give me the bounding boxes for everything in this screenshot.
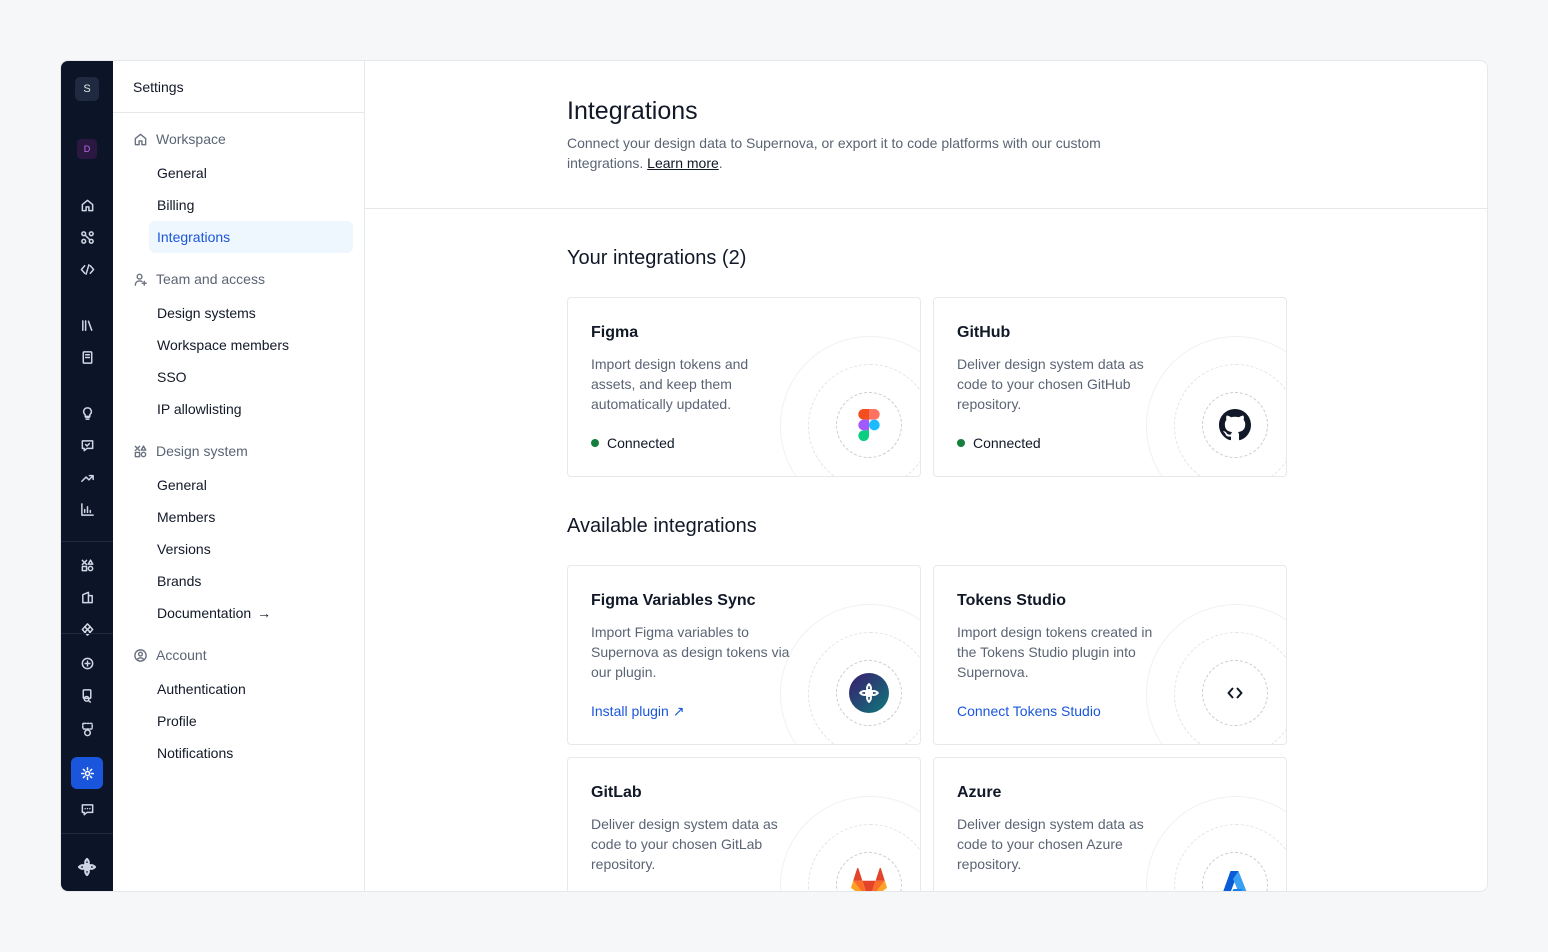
- status-badge: Connected: [957, 435, 1041, 451]
- settings-sidebar: Settings Workspace General Billing Integ…: [113, 61, 365, 891]
- status-text: Connected: [607, 435, 675, 451]
- nav-group-workspace: Workspace: [133, 131, 226, 147]
- sidebar-item-integrations[interactable]: Integrations: [149, 221, 353, 253]
- nav-group-design-system: Design system: [133, 443, 248, 459]
- integration-card-figma[interactable]: Figma Import design tokens and assets, a…: [567, 297, 921, 477]
- connect-tokens-studio-link[interactable]: Connect Tokens Studio: [957, 703, 1101, 719]
- code-icon[interactable]: [71, 253, 103, 285]
- integration-card-github[interactable]: GitHub Deliver design system data as cod…: [933, 297, 1287, 477]
- sidebar-item-profile[interactable]: Profile: [149, 705, 353, 737]
- sidebar-item-members[interactable]: Members: [149, 501, 353, 533]
- rail-divider: [61, 833, 113, 834]
- workspace-switcher[interactable]: S: [75, 77, 99, 101]
- feedback-icon[interactable]: [71, 429, 103, 461]
- learn-more-link[interactable]: Learn more: [647, 155, 719, 171]
- page-header: Integrations Connect your design data to…: [365, 61, 1487, 209]
- sidebar-item-sso[interactable]: SSO: [149, 361, 353, 393]
- chat-icon[interactable]: [71, 793, 103, 825]
- sidebar-item-authentication[interactable]: Authentication: [149, 673, 353, 705]
- arrow-right-icon: →: [257, 605, 272, 621]
- plugin-badge: [849, 673, 889, 713]
- sidebar-item-brands[interactable]: Brands: [149, 565, 353, 597]
- sidebar-item-billing[interactable]: Billing: [149, 189, 353, 221]
- card-title: GitHub: [957, 324, 1011, 341]
- card-title: GitLab: [591, 784, 642, 801]
- install-plugin-link[interactable]: Install plugin ↗: [591, 703, 684, 720]
- status-dot: [591, 439, 599, 447]
- status-dot: [957, 439, 965, 447]
- card-description: Deliver design system data as code to yo…: [591, 816, 778, 872]
- card-description: Import design tokens and assets, and kee…: [591, 356, 749, 412]
- icon-rail: S D: [61, 61, 113, 891]
- components-icon: [134, 444, 147, 457]
- card-description: Deliver design system data as code to yo…: [957, 356, 1144, 412]
- integration-card-azure[interactable]: Azure Deliver design system data as code…: [933, 757, 1287, 891]
- card-title: Azure: [957, 784, 1002, 801]
- status-text: Connected: [973, 435, 1041, 451]
- card-description: Deliver design system data as code to yo…: [957, 816, 1144, 872]
- book-icon[interactable]: [71, 341, 103, 373]
- library-icon[interactable]: [71, 309, 103, 341]
- user-plus-icon: [134, 273, 147, 286]
- page-title: Integrations: [567, 97, 698, 125]
- figma-sync-icon[interactable]: [71, 647, 103, 679]
- rail-divider: [61, 633, 113, 634]
- figma-logo-icon: [836, 392, 902, 458]
- card-title: Tokens Studio: [957, 592, 1067, 609]
- user-circle-icon: [134, 648, 147, 662]
- lightbulb-icon[interactable]: [71, 397, 103, 429]
- sidebar-item-documentation[interactable]: Documentation →: [149, 597, 353, 629]
- sidebar-title: Settings: [113, 61, 364, 113]
- trend-icon[interactable]: [71, 461, 103, 493]
- card-title: Figma Variables Sync: [591, 592, 756, 609]
- nav-group-label: Account: [156, 647, 207, 663]
- assets-icon[interactable]: [71, 581, 103, 613]
- sidebar-item-versions[interactable]: Versions: [149, 533, 353, 565]
- supernova-plugin-icon: [836, 660, 902, 726]
- nav-group-label: Design system: [156, 443, 248, 459]
- page-description: Connect your design data to Supernova, o…: [567, 133, 1107, 173]
- rail-divider: [61, 541, 113, 542]
- app-window: S D Settings Workspace General Billing I…: [60, 60, 1488, 892]
- description-period: .: [718, 155, 723, 171]
- card-description: Import Figma variables to Supernova as d…: [591, 624, 790, 680]
- search-doc-icon[interactable]: [71, 679, 103, 711]
- components-icon[interactable]: [71, 549, 103, 581]
- sidebar-item-ds-general[interactable]: General: [149, 469, 353, 501]
- integration-card-figma-variables-sync[interactable]: Figma Variables Sync Import Figma variab…: [567, 565, 921, 745]
- figma-icon[interactable]: [71, 613, 103, 645]
- card-description: Import design tokens created in the Toke…: [957, 624, 1153, 680]
- nav-group-account: Account: [133, 647, 207, 663]
- main-content: Integrations Connect your design data to…: [365, 61, 1487, 891]
- design-system-switcher[interactable]: D: [77, 139, 97, 159]
- your-integrations-title: Your integrations (2): [567, 247, 747, 269]
- home-icon: [134, 133, 147, 145]
- sidebar-item-notifications[interactable]: Notifications: [149, 737, 353, 769]
- integration-card-tokens-studio[interactable]: Tokens Studio Import design tokens creat…: [933, 565, 1287, 745]
- sidebar-item-workspace-members[interactable]: Workspace members: [149, 329, 353, 361]
- integration-card-gitlab[interactable]: GitLab Deliver design system data as cod…: [567, 757, 921, 891]
- sidebar-item-design-systems[interactable]: Design systems: [149, 297, 353, 329]
- nav-group-label: Team and access: [156, 271, 265, 287]
- card-title: Figma: [591, 324, 639, 341]
- inspect-icon[interactable]: [71, 713, 103, 745]
- home-icon[interactable]: [71, 189, 103, 221]
- github-logo-icon: [1202, 392, 1268, 458]
- sidebar-item-ip-allowlisting[interactable]: IP allowlisting: [149, 393, 353, 425]
- status-badge: Connected: [591, 435, 675, 451]
- sidebar-item-label: Documentation: [157, 605, 252, 621]
- analytics-icon[interactable]: [71, 493, 103, 525]
- supernova-logo-icon[interactable]: [71, 851, 103, 883]
- sidebar-item-general[interactable]: General: [149, 157, 353, 189]
- tokens-studio-icon: [1202, 660, 1268, 726]
- tokens-icon[interactable]: [71, 221, 103, 253]
- nav-group-team: Team and access: [133, 271, 265, 287]
- available-integrations-title: Available integrations: [567, 515, 757, 537]
- nav-group-label: Workspace: [156, 131, 226, 147]
- settings-icon[interactable]: [71, 757, 103, 789]
